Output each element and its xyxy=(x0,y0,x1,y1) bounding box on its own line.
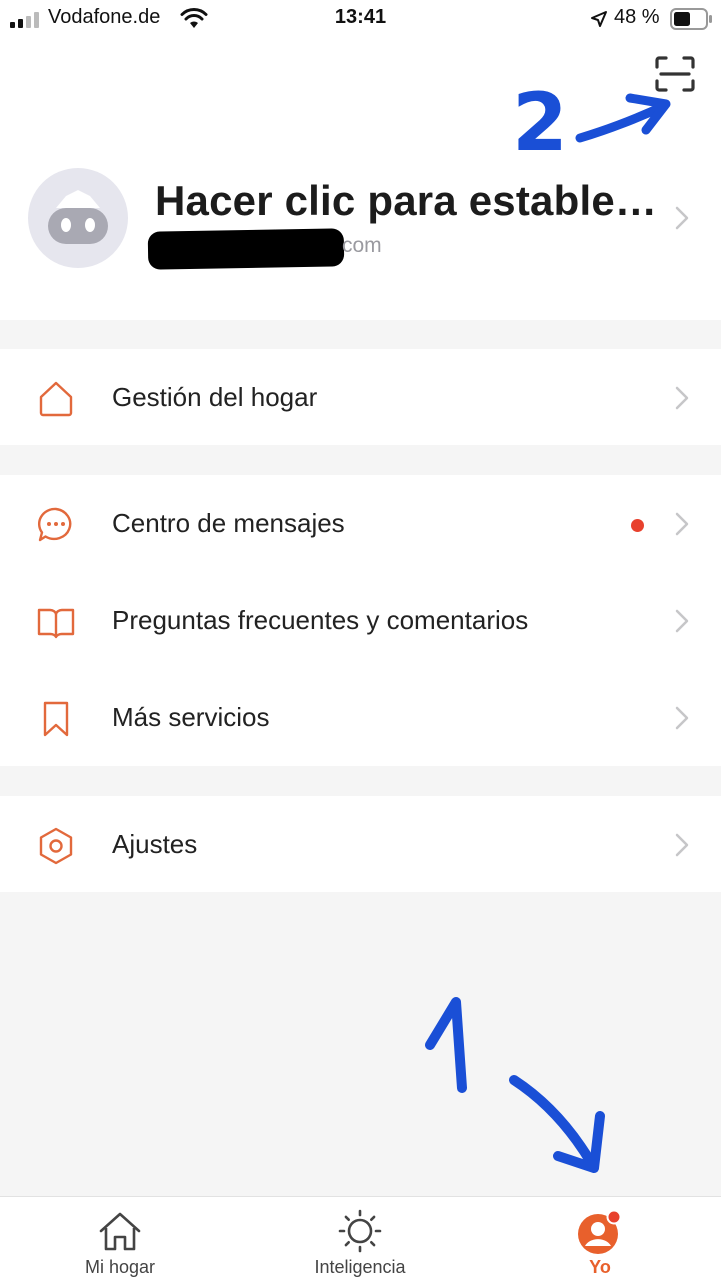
scan-icon[interactable] xyxy=(655,56,695,92)
tab-label: Yo xyxy=(589,1257,611,1277)
profile-name[interactable]: Hacer clic para establec… xyxy=(155,177,675,225)
bookmark-icon xyxy=(43,701,69,737)
house-icon xyxy=(99,1212,141,1251)
sun-icon xyxy=(338,1209,382,1253)
unread-indicator xyxy=(631,519,644,532)
menu-item-label: Gestión del hogar xyxy=(112,382,318,412)
message-bubble-icon xyxy=(37,507,72,542)
bottom-tab-bar: Mi hogar Inteligencia Yo xyxy=(0,1196,721,1280)
tab-inteligencia[interactable]: Inteligencia xyxy=(240,1197,480,1280)
chevron-right-icon xyxy=(675,706,689,730)
tab-badge-dot xyxy=(606,1209,622,1225)
open-book-icon xyxy=(37,608,75,639)
menu-item-label: Preguntas frecuentes y comentarios xyxy=(112,605,529,635)
tab-mi-hogar[interactable]: Mi hogar xyxy=(0,1197,240,1280)
user-icon xyxy=(578,1209,622,1254)
home-outline-icon xyxy=(39,381,73,417)
annotation-arrowhead-tab xyxy=(553,1111,605,1173)
annotation-arrow-to-tab xyxy=(509,1075,597,1169)
avatar[interactable] xyxy=(28,168,128,268)
menu-card-support: Centro de mensajes Preguntas frecuentes … xyxy=(0,475,721,766)
email-redaction xyxy=(147,228,345,270)
hexagon-settings-icon xyxy=(39,827,73,865)
location-arrow-icon xyxy=(591,11,607,27)
menu-item-label: Ajustes xyxy=(112,829,198,859)
menu-item-more-services[interactable]: Más servicios xyxy=(0,669,721,765)
menu-card-home: Gestión del hogar xyxy=(0,349,721,445)
chevron-right-icon xyxy=(675,833,689,857)
tab-label: Inteligencia xyxy=(314,1257,406,1277)
profile-chevron-right-icon[interactable] xyxy=(674,205,690,231)
clock: 13:41 xyxy=(334,6,387,28)
status-bar: Vodafone.de 13:41 48 % xyxy=(0,0,721,38)
menu-item-message-center[interactable]: Centro de mensajes xyxy=(0,475,721,571)
annotation-number-1 xyxy=(425,997,467,1093)
menu-card-settings: Ajustes xyxy=(0,796,721,892)
battery-percentage: 48 % xyxy=(614,6,660,28)
profile-email: com xyxy=(342,234,382,257)
robot-avatar-icon xyxy=(48,190,108,244)
chevron-right-icon xyxy=(675,512,689,536)
menu-item-faq-feedback[interactable]: Preguntas frecuentes y comentarios xyxy=(0,572,721,668)
battery-icon xyxy=(670,8,712,30)
menu-item-label: Más servicios xyxy=(112,702,270,732)
tab-label: Mi hogar xyxy=(84,1257,156,1277)
chevron-right-icon xyxy=(675,609,689,633)
menu-item-label: Centro de mensajes xyxy=(112,508,345,538)
chevron-right-icon xyxy=(675,386,689,410)
menu-item-home-management[interactable]: Gestión del hogar xyxy=(0,349,721,445)
tab-yo[interactable]: Yo xyxy=(480,1197,720,1280)
menu-item-settings[interactable]: Ajustes xyxy=(0,796,721,892)
